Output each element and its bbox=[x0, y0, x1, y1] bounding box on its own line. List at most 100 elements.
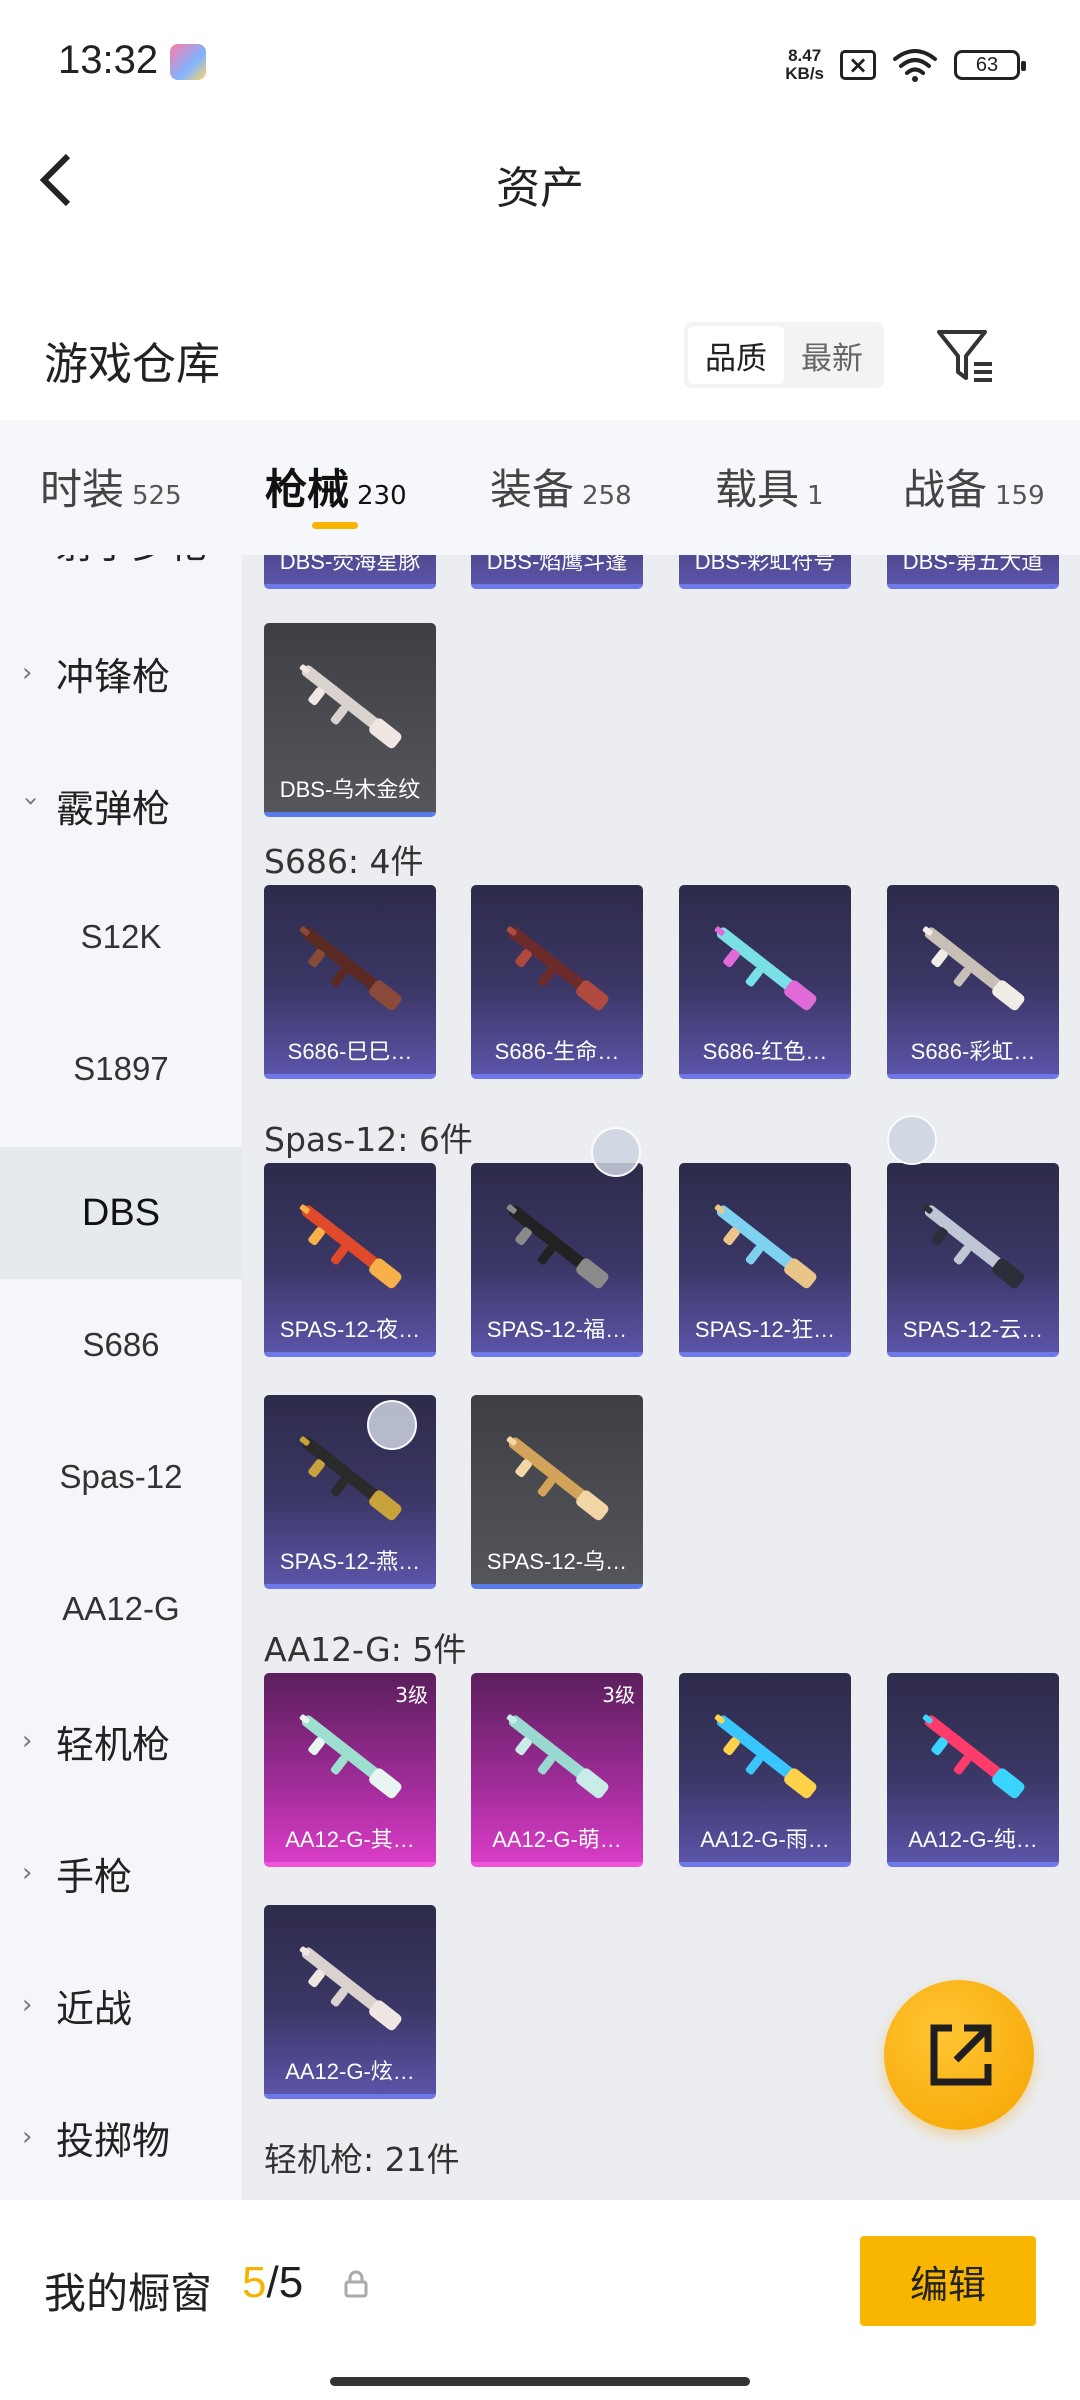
card-name: SPAS-12-夜… bbox=[279, 1317, 421, 1342]
active-tab-indicator bbox=[312, 522, 358, 529]
tab-count: 258 bbox=[582, 481, 632, 511]
section-title: 轻机枪: 21件 bbox=[264, 2140, 460, 2179]
tab-vehicles[interactable]: 载具 1 bbox=[715, 456, 824, 517]
card-name: S686-巳巳… bbox=[287, 1039, 413, 1064]
touch-indicator bbox=[367, 1400, 417, 1450]
weapon-image bbox=[299, 1714, 402, 1799]
weapon-card[interactable]: DBS-第五大道 bbox=[887, 555, 1059, 589]
sidebar-item-label: 近战 bbox=[56, 1986, 133, 2031]
share-button[interactable] bbox=[884, 1980, 1034, 2130]
sidebar-sub-s1897[interactable]: S1897 bbox=[0, 1003, 242, 1135]
tab-count: 230 bbox=[357, 481, 407, 511]
card-name: DBS-乌木金纹 bbox=[279, 777, 421, 802]
sidebar-item-pistol[interactable]: › 手枪 bbox=[0, 1807, 242, 1939]
tab-label: 载具 bbox=[715, 465, 800, 514]
tab-equipment[interactable]: 装备 258 bbox=[490, 456, 632, 517]
weapon-type-sidebar: › 射手步枪 › 冲锋枪 › 霰弹枪 S12K S1897 DBS S686 S… bbox=[0, 555, 242, 2200]
weapon-card[interactable]: S686-红色… bbox=[679, 885, 851, 1079]
weapon-card[interactable]: SPAS-12-夜… bbox=[264, 1163, 436, 1357]
weapon-card[interactable]: DBS-乌木金纹 bbox=[264, 623, 436, 817]
tab-count: 159 bbox=[995, 481, 1045, 511]
lock-icon bbox=[344, 2270, 368, 2298]
wifi-icon bbox=[893, 49, 937, 82]
weapon-card[interactable]: S686-生命… bbox=[471, 885, 643, 1079]
weapon-image bbox=[299, 1946, 402, 2031]
home-indicator bbox=[330, 2377, 750, 2386]
card-name: DBS-荧海星豚 bbox=[279, 555, 421, 574]
sidebar-sub-s686[interactable]: S686 bbox=[0, 1279, 242, 1411]
tab-fashion[interactable]: 时装 525 bbox=[40, 456, 182, 517]
sort-newest-button[interactable]: 最新 bbox=[784, 326, 880, 384]
sidebar-sub-spas12[interactable]: Spas-12 bbox=[0, 1411, 242, 1543]
category-tabs: 时装 525 枪械 230 装备 258 载具 1 战备 159 bbox=[0, 420, 1080, 555]
weapon-card[interactable]: SPAS-12-狂… bbox=[679, 1163, 851, 1357]
sidebar-item-marksman-rifle[interactable]: › 射手步枪 bbox=[0, 555, 242, 607]
nav-bar: 资产 bbox=[0, 130, 1080, 230]
card-level-badge: 3级 bbox=[602, 1683, 635, 1707]
game-app-icon bbox=[170, 44, 206, 80]
sidebar-item-throwable[interactable]: › 投掷物 bbox=[0, 2071, 242, 2200]
weapon-card[interactable]: DBS-彩虹符号 bbox=[679, 555, 851, 589]
weapon-card[interactable]: S686-彩虹… bbox=[887, 885, 1059, 1079]
weapon-card[interactable]: AA12-G-雨… bbox=[679, 1673, 851, 1867]
no-sim-icon: × bbox=[840, 50, 876, 80]
tab-label: 枪械 bbox=[265, 465, 350, 514]
card-name: S686-生命… bbox=[494, 1039, 620, 1064]
weapon-card[interactable]: SPAS-12-云… bbox=[887, 1163, 1059, 1357]
status-bar: 13:32 8.47 KB/s × 63 bbox=[0, 0, 1080, 130]
weapon-card[interactable]: SPAS-12-福… bbox=[471, 1163, 643, 1357]
sidebar-sub-aa12g[interactable]: AA12-G bbox=[0, 1543, 242, 1675]
weapon-card[interactable]: 3级 AA12-G-萌… bbox=[471, 1673, 643, 1867]
sidebar-item-smg[interactable]: › 冲锋枪 bbox=[0, 607, 242, 739]
weapon-card[interactable]: SPAS-12-乌… bbox=[471, 1395, 643, 1589]
tab-weapons[interactable]: 枪械 230 bbox=[265, 456, 407, 517]
warehouse-header: 游戏仓库 品质 最新 bbox=[0, 310, 1080, 420]
card-name: DBS-彩虹符号 bbox=[694, 555, 836, 574]
share-external-icon bbox=[930, 2024, 992, 2086]
status-time: 13:32 bbox=[58, 38, 159, 82]
showcase-title: 我的橱窗 bbox=[44, 2269, 213, 2318]
tab-count: 525 bbox=[132, 481, 182, 511]
card-name: AA12-G-其… bbox=[285, 1827, 415, 1852]
tab-supplies[interactable]: 战备 159 bbox=[903, 456, 1045, 517]
weapon-grid: DBS-荧海星豚 DBS-焰鹰斗篷 DBS-彩虹符号 DBS-第五大道 DBS-乌木金纹… bbox=[242, 555, 1080, 2200]
status-icons: 8.47 KB/s × 63 bbox=[785, 40, 1026, 90]
filter-icon bbox=[937, 330, 992, 382]
filter-button[interactable] bbox=[930, 320, 1000, 390]
weapon-card[interactable]: DBS-荧海星豚 bbox=[264, 555, 436, 589]
chevron-right-icon: › bbox=[22, 1726, 33, 1756]
weapon-card[interactable]: DBS-焰鹰斗篷 bbox=[471, 555, 643, 589]
weapon-card[interactable]: AA12-G-炫… bbox=[264, 1905, 436, 2099]
weapon-card[interactable]: 3级 AA12-G-其… bbox=[264, 1673, 436, 1867]
weapon-image bbox=[714, 1714, 817, 1799]
chevron-down-icon: › bbox=[16, 796, 46, 807]
sidebar-item-label: 投掷物 bbox=[56, 2118, 171, 2163]
weapon-image bbox=[506, 1204, 609, 1289]
card-name: SPAS-12-狂… bbox=[694, 1317, 836, 1342]
sidebar-item-melee[interactable]: › 近战 bbox=[0, 1939, 242, 2071]
showcase-total: 5 bbox=[278, 2258, 304, 2307]
card-name: AA12-G-纯… bbox=[908, 1827, 1038, 1852]
section-title: Spas-12: 6件 bbox=[264, 1120, 473, 1159]
weapon-card[interactable]: S686-巳巳… bbox=[264, 885, 436, 1079]
touch-indicator bbox=[591, 1127, 641, 1177]
weapon-image bbox=[922, 1204, 1025, 1289]
battery-level: 63 bbox=[975, 53, 999, 76]
sidebar-item-label: 射手步枪 bbox=[56, 555, 208, 569]
card-name: DBS-焰鹰斗篷 bbox=[486, 555, 628, 574]
sidebar-item-shotgun[interactable]: › 霰弹枪 bbox=[0, 739, 242, 871]
weapon-image bbox=[506, 1714, 609, 1799]
weapon-image bbox=[506, 1436, 609, 1521]
sidebar-item-lmg[interactable]: › 轻机枪 bbox=[0, 1675, 242, 1807]
sidebar-sub-dbs[interactable]: DBS bbox=[0, 1147, 242, 1279]
sidebar-item-label: 冲锋枪 bbox=[56, 654, 171, 699]
sort-quality-button[interactable]: 品质 bbox=[688, 326, 784, 384]
card-name: SPAS-12-乌… bbox=[486, 1549, 628, 1574]
showcase-count: 5/5 bbox=[242, 2258, 303, 2308]
edit-button[interactable]: 编辑 bbox=[860, 2236, 1036, 2326]
sidebar-item-label: 霰弹枪 bbox=[56, 786, 171, 831]
showcase-current: 5 bbox=[242, 2258, 267, 2307]
sidebar-sub-s12k[interactable]: S12K bbox=[0, 871, 242, 1003]
battery-icon: 63 bbox=[954, 50, 1026, 80]
weapon-card[interactable]: AA12-G-纯… bbox=[887, 1673, 1059, 1867]
